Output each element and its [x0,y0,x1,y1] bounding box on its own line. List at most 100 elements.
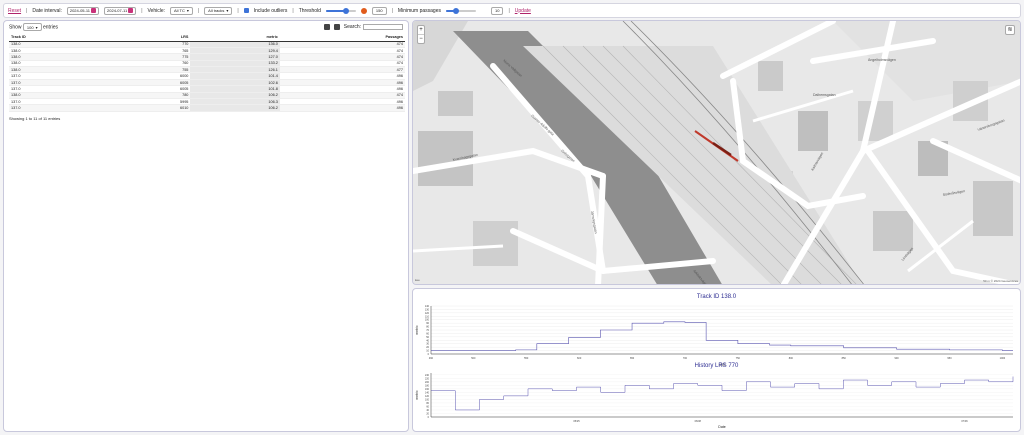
y-axis-label: metric [415,325,419,335]
show-label: Show [9,24,22,31]
min-passages-label: Minimum passages [397,7,441,14]
results-table: Track ID LRS metric Passages 138.0 770 136.0 4… [9,33,405,112]
update-link[interactable]: Update [515,8,531,14]
table-cell: 496 [279,104,405,112]
y-tick-label: 0 [428,416,430,419]
y-tick-label: 240 [425,374,430,377]
x-axis-label: Date [718,425,725,429]
x-tick-label: 500 [471,357,476,360]
table-panel: Show 100 ▾ entries Search: Track ID LRS met… [3,20,409,432]
x-tick-label: 550 [524,357,529,360]
y-tick-label: 80 [426,402,429,405]
y-tick-label: 100 [425,398,430,401]
download-icon[interactable] [323,24,330,30]
chevron-down-icon: ▾ [226,8,229,13]
min-passages-slider[interactable] [446,7,476,14]
layers-icon[interactable]: ≋ [1005,25,1015,35]
y-tick-label: 20 [426,346,429,349]
map-label: Ängelholmsvägen [868,58,896,62]
separator: | [26,7,28,14]
y-axis-label: metric [415,390,419,400]
calendar-icon [91,8,97,13]
charts-panel: Track ID 138.0 0 10 20 30 40 50 60 70 80 90 100 110… [412,288,1021,432]
table-cell: 6010 [118,104,191,112]
date-from-value: 2024-05-11 [69,8,91,13]
y-tick-label: 80 [426,326,429,329]
table-header: Track ID LRS metric Passages [9,33,405,42]
column-header[interactable]: LRS [118,33,191,42]
x-tick-label: 650 [630,357,635,360]
separator: | [197,7,200,14]
map-logo: kee [415,278,420,282]
calendar-icon [128,8,134,13]
search-input[interactable] [363,24,403,30]
history-chart[interactable]: 020406080100120140160180200220240 05/25 06… [413,371,1021,432]
zoom-out-button[interactable]: − [418,34,424,43]
chevron-down-icon: ▾ [186,8,189,13]
y-tick-label: 50 [426,336,429,339]
y-tick-label: 130 [425,308,430,311]
table-cell: 137.0 [9,104,119,112]
filter-icon[interactable] [333,24,340,30]
y-tick-label: 40 [426,339,429,342]
vehicle-select[interactable]: All TC ▾ [170,6,193,15]
y-tick-label: 180 [425,384,430,387]
y-tick-label: 200 [425,381,430,384]
track-chart-title: Track ID 138.0 [696,294,737,300]
table-controls: Show 100 ▾ entries Search: [4,21,408,33]
entries-select[interactable]: 100 ▾ [22,23,42,31]
column-header[interactable]: Passages [279,33,405,42]
y-tick-label: 60 [426,332,429,335]
separator: | [292,7,294,14]
search-label: Search: [343,24,361,30]
x-tick-label: 460 [429,357,434,360]
include-outliers-checkbox[interactable] [243,8,249,13]
attribution-text: © 2024 Geoservices [990,279,1018,283]
map-panel[interactable]: Gustav Adolfs gata Gnistgatan Kvarnhagsg… [412,20,1021,285]
y-tick-label: 30 [426,343,429,346]
y-tick-label: 140 [425,305,430,308]
x-tick-label: 1000 [1000,357,1006,360]
map-canvas[interactable]: Gustav Adolfs gata Gnistgatan Kvarnhagsg… [413,21,1021,285]
threshold-slider[interactable] [325,7,356,14]
separator: | [508,7,510,14]
scale-bar: 50 m [983,279,990,283]
column-header[interactable]: Track ID [9,33,119,42]
threshold-label: Threshold [298,7,321,14]
y-tick-label: 60 [426,405,429,408]
track-profile-chart[interactable]: 0102030405060708090100110120130140 460 500… [413,302,1021,372]
reset-link[interactable]: Reset [8,8,21,14]
column-header[interactable]: metric [190,33,280,42]
metric-select[interactable]: All tracks ▾ [204,6,233,15]
zoom-in-button[interactable]: + [418,26,424,34]
vehicle-value: All TC [174,8,185,13]
table-cell: 106.2 [190,104,280,112]
series-line [431,376,1014,411]
date-to-input[interactable]: 2024-07-11 [104,6,137,15]
y-tick-label: 220 [425,377,430,380]
y-tick-label: 100 [425,319,430,322]
x-tick-label: 900 [895,357,900,360]
series-line [431,321,1013,351]
separator: | [141,7,143,14]
x-tick-label: 06/08 [695,420,702,423]
metric-value: All tracks [208,8,225,13]
x-tick-label: 05/25 [573,420,580,423]
y-tick-label: 110 [425,315,430,318]
y-tick-label: 120 [425,312,430,315]
x-tick-label: 07/06 [961,420,968,423]
threshold-input[interactable]: 150 [371,6,387,15]
table-body: 138.0 770 136.0 474 138.0 765 129.4 474 138.0 775… [9,41,405,112]
x-tick-label: 850 [842,357,847,360]
entries-label: entries [43,24,59,31]
zoom-control: + − [417,25,425,44]
date-from-input[interactable]: 2024-05-11 [66,6,100,15]
vehicle-label: Vehicle: [147,7,166,14]
threshold-color-icon [360,7,367,14]
separator: | [237,7,239,14]
min-passages-input[interactable]: 10 [491,6,504,15]
entries-value: 100 [26,24,34,30]
y-tick-label: 10 [426,350,429,353]
chevron-down-icon: ▾ [35,24,38,30]
table-row[interactable]: 137.0 6010 106.2 496 [9,104,405,112]
